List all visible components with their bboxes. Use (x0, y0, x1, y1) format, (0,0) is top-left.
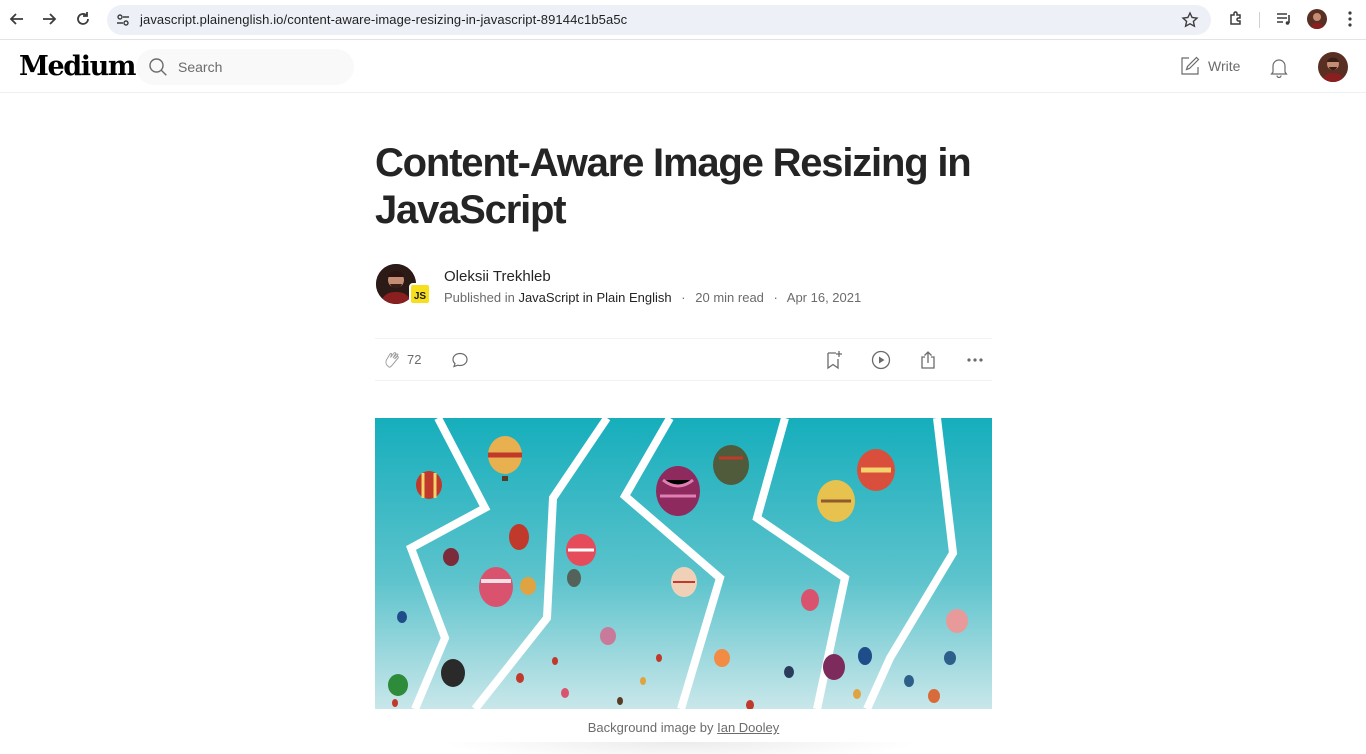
forward-icon[interactable] (38, 8, 60, 30)
search-box[interactable] (136, 49, 354, 85)
url-text[interactable]: javascript.plainenglish.io/content-aware… (140, 12, 627, 27)
back-icon[interactable] (6, 8, 28, 30)
search-input[interactable] (178, 49, 338, 85)
listen-play-icon[interactable] (871, 350, 891, 370)
write-label: Write (1208, 58, 1241, 74)
more-options-icon[interactable] (965, 350, 985, 370)
reload-icon[interactable] (72, 8, 94, 30)
toolbar-divider (1259, 12, 1260, 28)
medium-logo[interactable]: Medium (19, 51, 136, 82)
browser-toolbar: javascript.plainenglish.io/content-aware… (0, 0, 1366, 40)
browser-menu-icon[interactable] (1340, 9, 1360, 29)
address-bar[interactable]: javascript.plainenglish.io/content-aware… (107, 5, 1211, 35)
clap-icon[interactable] (383, 350, 403, 370)
image-caption: Background image by Ian Dooley (375, 720, 992, 735)
hero-image (375, 418, 992, 709)
site-settings-icon[interactable] (115, 12, 131, 28)
publication-badge[interactable]: JS (409, 283, 431, 305)
write-icon (1181, 56, 1200, 75)
article-title: Content-Aware Image Resizing in JavaScri… (375, 141, 972, 232)
site-header: Medium Write (0, 41, 1366, 93)
author-name[interactable]: Oleksii Trekhleb (444, 268, 551, 285)
meta-separator: · (681, 290, 686, 305)
meta-separator: · (773, 290, 778, 305)
write-button[interactable]: Write (1180, 56, 1240, 76)
comment-icon[interactable] (450, 350, 470, 370)
bookmark-add-icon[interactable] (824, 350, 844, 370)
caption-credit-link[interactable]: Ian Dooley (717, 720, 779, 735)
user-avatar[interactable] (1318, 52, 1348, 82)
publish-date: Apr 16, 2021 (786, 290, 862, 305)
article-actions-bar: 72 (375, 338, 992, 381)
clap-count: 72 (407, 352, 422, 367)
bottom-bar-shadow (440, 742, 920, 754)
article-meta: Published in JavaScript in Plain English… (444, 290, 861, 305)
bookmark-star-icon[interactable] (1181, 11, 1199, 29)
share-icon[interactable] (918, 350, 938, 370)
published-in-label: Published in (444, 290, 515, 305)
hot-air-balloons-illustration (375, 418, 992, 709)
publication-link[interactable]: JavaScript in Plain English (518, 290, 671, 305)
profile-avatar-icon[interactable] (1307, 9, 1327, 29)
extensions-icon[interactable] (1226, 9, 1246, 29)
read-time: 20 min read (695, 290, 764, 305)
search-icon (149, 58, 167, 76)
media-controls-icon[interactable] (1274, 9, 1294, 29)
notifications-bell-icon[interactable] (1268, 56, 1290, 78)
caption-prefix: Background image by (587, 720, 714, 735)
